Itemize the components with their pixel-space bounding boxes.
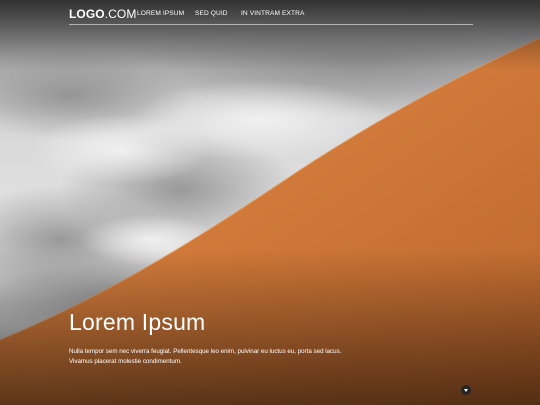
hero-section: LOGO.COM LOREM IPSUM SED QUID IN VINTRAM…	[0, 0, 540, 405]
hero-description-line-2: Vivamus placerat molestie condimentum.	[69, 357, 182, 365]
site-logo[interactable]: LOGO.COM	[69, 7, 136, 21]
hero-description-line-1: Nulla tempor sem nec viverra feugiat. Pe…	[69, 348, 342, 355]
nav-link-sed-quid[interactable]: SED QUID	[195, 10, 228, 18]
nav-link-lorem-ipsum[interactable]: LOREM IPSUM	[137, 10, 184, 18]
chevron-down-icon	[464, 389, 468, 392]
logo-tld-text: .COM	[104, 7, 137, 21]
logo-main-text: LOGO	[69, 7, 105, 21]
hero-title: Lorem Ipsum	[69, 309, 206, 335]
top-navbar: LOGO.COM LOREM IPSUM SED QUID IN VINTRAM…	[69, 0, 473, 25]
hero-description: Nulla tempor sem nec viverra feugiat. Pe…	[69, 347, 389, 366]
nav-link-in-vintram-extra[interactable]: IN VINTRAM EXTRA	[241, 10, 305, 18]
scroll-down-button[interactable]	[461, 385, 471, 395]
hero-background-image	[0, 0, 540, 405]
